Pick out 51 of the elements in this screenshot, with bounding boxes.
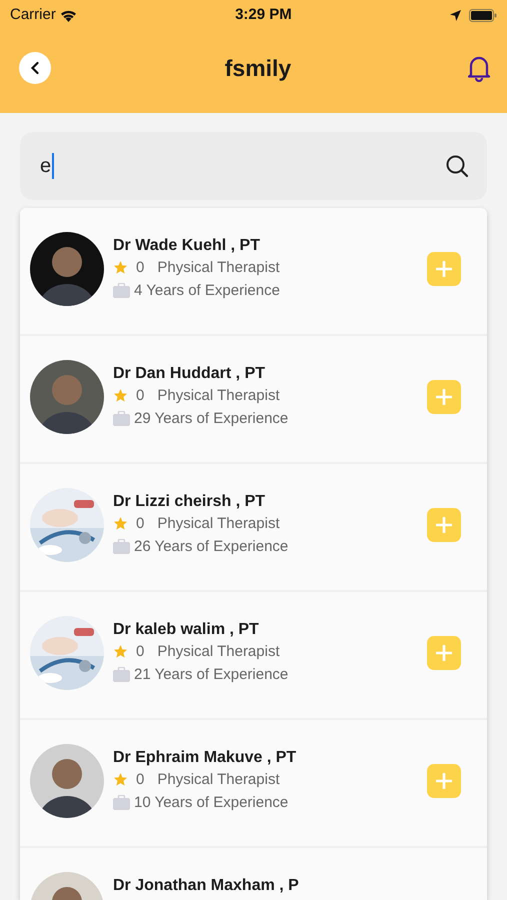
plus-icon bbox=[436, 773, 452, 789]
add-button[interactable] bbox=[427, 764, 461, 798]
add-button[interactable] bbox=[427, 380, 461, 414]
star-icon bbox=[113, 260, 128, 275]
add-button[interactable] bbox=[427, 508, 461, 542]
experience-label: 21 Years of Experience bbox=[134, 665, 288, 685]
search-field[interactable]: e bbox=[20, 132, 487, 200]
experience-label: 26 Years of Experience bbox=[134, 537, 288, 557]
wifi-icon bbox=[60, 8, 77, 22]
star-icon bbox=[113, 516, 128, 531]
doctor-name: Dr Wade Kuehl , PT bbox=[113, 236, 261, 256]
rating-value: 0 bbox=[136, 258, 144, 278]
briefcase-icon bbox=[113, 283, 130, 298]
specialty-label: Physical Therapist bbox=[157, 386, 280, 406]
doctor-name: Dr Ephraim Makuve , PT bbox=[113, 748, 298, 768]
specialty-label: Physical Therapist bbox=[157, 514, 280, 534]
experience-label: 29 Years of Experience bbox=[134, 409, 288, 429]
specialty-label: Physical Therapist bbox=[157, 642, 280, 662]
carrier-label: Carrier bbox=[10, 4, 56, 25]
plus-icon bbox=[436, 645, 452, 661]
briefcase-icon bbox=[113, 667, 130, 682]
doctor-name: Dr Dan Huddart , PT bbox=[113, 364, 266, 384]
rating-value: 0 bbox=[136, 642, 144, 662]
plus-icon bbox=[436, 261, 452, 277]
plus-icon bbox=[436, 389, 452, 405]
search-icon bbox=[445, 154, 469, 178]
back-button[interactable] bbox=[19, 52, 51, 84]
rating-value: 0 bbox=[136, 386, 144, 406]
star-icon bbox=[113, 388, 128, 403]
experience-label: 10 Years of Experience bbox=[134, 793, 288, 813]
star-icon bbox=[113, 772, 128, 787]
briefcase-icon bbox=[113, 795, 130, 810]
plus-icon bbox=[436, 517, 452, 533]
briefcase-icon bbox=[113, 539, 130, 554]
doctor-name: Dr kaleb walim , PT bbox=[113, 620, 260, 640]
specialty-label: Physical Therapist bbox=[157, 770, 280, 790]
back-icon bbox=[30, 61, 40, 75]
briefcase-icon bbox=[113, 411, 130, 426]
rating-value: 0 bbox=[136, 514, 144, 534]
battery-icon bbox=[468, 8, 497, 22]
page-title: fsmily bbox=[224, 54, 292, 83]
specialty-label: Physical Therapist bbox=[157, 258, 280, 278]
rating-value: 0 bbox=[136, 770, 144, 790]
add-button[interactable] bbox=[427, 636, 461, 670]
location-arrow-icon bbox=[450, 10, 461, 20]
doctor-name: Dr Lizzi cheirsh , PT bbox=[113, 492, 266, 512]
doctor-name: Dr Jonathan Maxham , P bbox=[113, 876, 300, 896]
experience-label: 4 Years of Experience bbox=[134, 281, 280, 301]
add-button[interactable] bbox=[427, 252, 461, 286]
star-icon bbox=[113, 644, 128, 659]
clock-time: 3:29 PM bbox=[235, 4, 292, 25]
